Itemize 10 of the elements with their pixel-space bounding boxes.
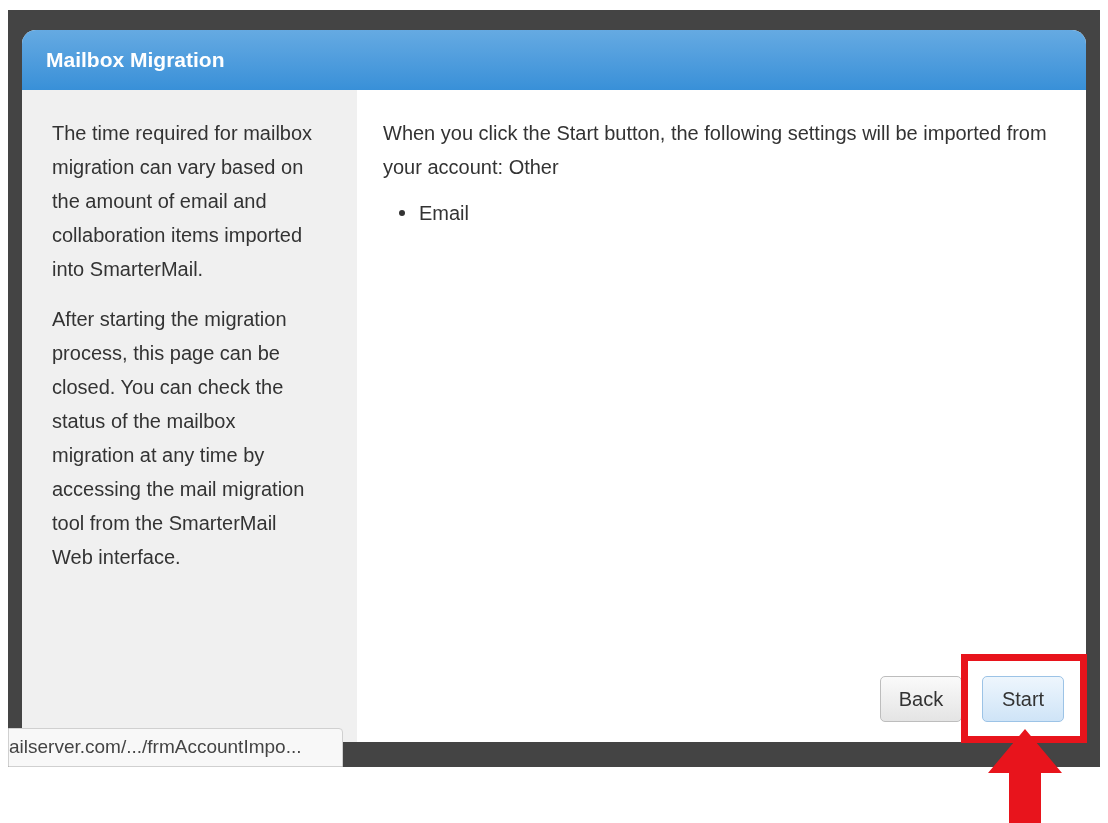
- bullet-icon: [399, 210, 405, 216]
- sidebar-paragraph: After starting the migration process, this page can be closed. You can check the status of the mailbox migration at any time by accessing the mail migration tool from the SmarterMail Web interface.: [52, 307, 306, 570]
- sidebar-paragraph: The time required for mailbox migration can vary based on the amount of email and collaboration items imported into SmarterMail.: [52, 121, 314, 282]
- setting-item: Email: [419, 201, 469, 226]
- back-button[interactable]: Back: [880, 676, 962, 722]
- arrow-icon: [988, 729, 1062, 823]
- intro-text: When you click the Start button, the following settings will be imported from your account: Other: [383, 121, 1048, 180]
- start-button[interactable]: Start: [982, 676, 1064, 722]
- status-url: ailserver.com/.../frmAccountImpo...: [8, 728, 343, 767]
- dialog-title: Mailbox Migration: [46, 47, 225, 74]
